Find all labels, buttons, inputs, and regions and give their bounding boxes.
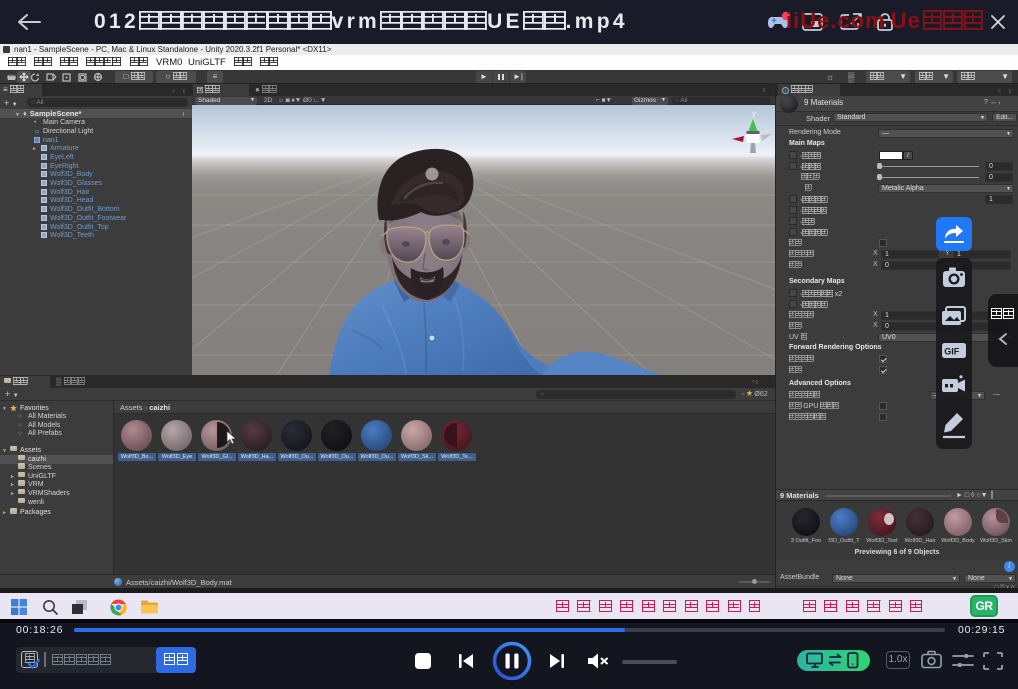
svg-text:y: y xyxy=(752,109,756,118)
svg-text:x: x xyxy=(727,136,731,143)
svg-text:GIF: GIF xyxy=(944,347,960,357)
